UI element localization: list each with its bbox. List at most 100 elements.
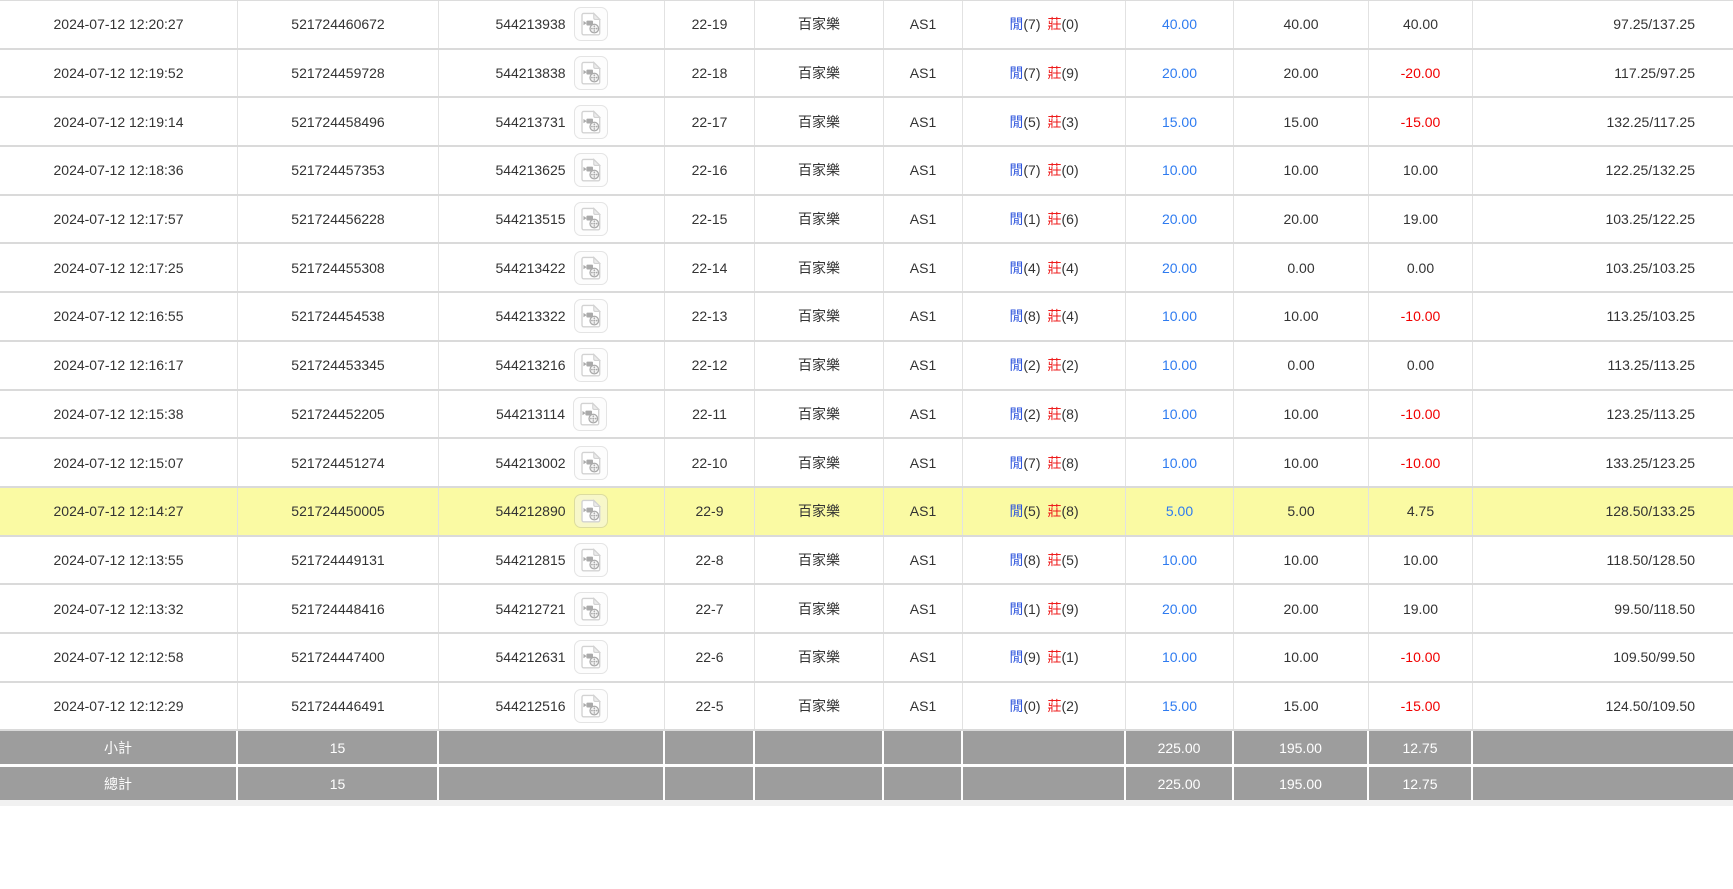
video-replay-button[interactable] [574, 494, 608, 528]
win-loss: 10.00 [1369, 147, 1473, 194]
video-replay-button[interactable] [574, 202, 608, 236]
player-result-label: 閒 [1009, 306, 1023, 326]
bet-id: 521724454538 [238, 293, 439, 340]
game-type: 百家樂 [755, 50, 884, 97]
shoe-round: 22-9 [665, 488, 755, 535]
player-result-score: (7) [1023, 16, 1040, 32]
table-code: AS1 [884, 391, 963, 438]
bet-amount-link[interactable]: 20.00 [1126, 196, 1234, 243]
bet-amount-link[interactable]: 20.00 [1126, 50, 1234, 97]
bet-amount-link[interactable]: 10.00 [1126, 391, 1234, 438]
summary-empty-cell [963, 767, 1126, 800]
bet-id: 521724453345 [238, 342, 439, 389]
bet-id: 521724458496 [238, 98, 439, 145]
summary-empty-cell [665, 767, 755, 800]
balance-before-after: 132.25/117.25 [1473, 98, 1733, 145]
video-replay-button[interactable] [574, 153, 608, 187]
round-id: 544213515 [495, 211, 565, 227]
summary-empty-cell [665, 731, 755, 764]
win-loss: -10.00 [1369, 391, 1473, 438]
video-replay-button[interactable] [574, 543, 608, 577]
bet-time: 2024-07-12 12:16:17 [0, 342, 238, 389]
balance-before-after: 122.25/132.25 [1473, 147, 1733, 194]
table-row: 2024-07-12 12:19:14 521724458496 5442137… [0, 98, 1733, 147]
video-replay-icon [580, 256, 602, 280]
video-replay-button[interactable] [573, 397, 607, 431]
win-loss: 0.00 [1369, 244, 1473, 291]
banker-result-label: 莊 [1048, 355, 1062, 375]
bet-amount-link[interactable]: 5.00 [1126, 488, 1234, 535]
video-replay-icon [580, 304, 602, 328]
game-type: 百家樂 [755, 488, 884, 535]
banker-result-label: 莊 [1048, 550, 1062, 570]
banker-result-score: (0) [1062, 16, 1079, 32]
video-replay-button[interactable] [574, 592, 608, 626]
bet-amount-link[interactable]: 40.00 [1126, 1, 1234, 48]
bet-amount-link[interactable]: 10.00 [1126, 439, 1234, 486]
bet-history-table: 2024-07-12 12:20:27 521724460672 5442139… [0, 0, 1733, 806]
shoe-round: 22-16 [665, 147, 755, 194]
bet-time: 2024-07-12 12:15:38 [0, 391, 238, 438]
player-result-score: (2) [1023, 406, 1040, 422]
round-cell: 544213838 [439, 50, 665, 97]
round-id: 544213731 [495, 114, 565, 130]
game-result: 閒 (7) 莊 (0) [963, 1, 1126, 48]
table-row: 2024-07-12 12:17:25 521724455308 5442134… [0, 244, 1733, 293]
balance-before-after: 124.50/109.50 [1473, 683, 1733, 730]
bet-amount-link[interactable]: 15.00 [1126, 683, 1234, 730]
bet-amount-link[interactable]: 20.00 [1126, 585, 1234, 632]
round-cell: 544213515 [439, 196, 665, 243]
table-code: AS1 [884, 50, 963, 97]
bet-amount-link[interactable]: 10.00 [1126, 147, 1234, 194]
player-result-label: 閒 [1009, 696, 1023, 716]
video-replay-button[interactable] [574, 251, 608, 285]
player-result-label: 閒 [1009, 647, 1023, 667]
table-row: 2024-07-12 12:17:57 521724456228 5442135… [0, 196, 1733, 245]
game-type: 百家樂 [755, 147, 884, 194]
bet-time: 2024-07-12 12:13:55 [0, 537, 238, 584]
bet-amount-link[interactable]: 10.00 [1126, 634, 1234, 681]
bet-amount-link[interactable]: 20.00 [1126, 244, 1234, 291]
valid-bet: 10.00 [1234, 147, 1369, 194]
video-replay-icon [580, 694, 602, 718]
video-replay-button[interactable] [574, 7, 608, 41]
bet-amount-link[interactable]: 15.00 [1126, 98, 1234, 145]
video-replay-button[interactable] [574, 446, 608, 480]
table-code: AS1 [884, 488, 963, 535]
video-replay-button[interactable] [574, 56, 608, 90]
video-replay-button[interactable] [574, 105, 608, 139]
summary-bet-total: 225.00 [1126, 767, 1234, 800]
summary-empty-cell [439, 767, 665, 800]
bet-time: 2024-07-12 12:13:32 [0, 585, 238, 632]
round-id: 544213002 [495, 455, 565, 471]
video-replay-button[interactable] [574, 640, 608, 674]
game-result: 閒 (4) 莊 (4) [963, 244, 1126, 291]
video-replay-button[interactable] [574, 689, 608, 723]
win-loss: -10.00 [1369, 439, 1473, 486]
summary-empty-cell [963, 731, 1126, 764]
game-type: 百家樂 [755, 585, 884, 632]
win-loss: 19.00 [1369, 196, 1473, 243]
valid-bet: 10.00 [1234, 391, 1369, 438]
valid-bet: 5.00 [1234, 488, 1369, 535]
game-result: 閒 (7) 莊 (0) [963, 147, 1126, 194]
bet-amount-link[interactable]: 10.00 [1126, 293, 1234, 340]
table-code: AS1 [884, 147, 963, 194]
banker-result-score: (0) [1062, 162, 1079, 178]
bet-time: 2024-07-12 12:12:29 [0, 683, 238, 730]
video-replay-button[interactable] [574, 299, 608, 333]
summary-bet-total: 225.00 [1126, 731, 1234, 764]
bet-amount-link[interactable]: 10.00 [1126, 342, 1234, 389]
video-replay-button[interactable] [574, 348, 608, 382]
bet-amount-link[interactable]: 10.00 [1126, 537, 1234, 584]
banker-result-label: 莊 [1048, 404, 1062, 424]
round-cell: 544212890 [439, 488, 665, 535]
win-loss: 19.00 [1369, 585, 1473, 632]
player-result-score: (5) [1023, 503, 1040, 519]
table-row: 2024-07-12 12:13:55 521724449131 5442128… [0, 537, 1733, 586]
valid-bet: 10.00 [1234, 293, 1369, 340]
video-replay-icon [580, 353, 602, 377]
summary-valid-total: 195.00 [1234, 767, 1369, 800]
game-result: 閒 (7) 莊 (9) [963, 50, 1126, 97]
game-type: 百家樂 [755, 634, 884, 681]
